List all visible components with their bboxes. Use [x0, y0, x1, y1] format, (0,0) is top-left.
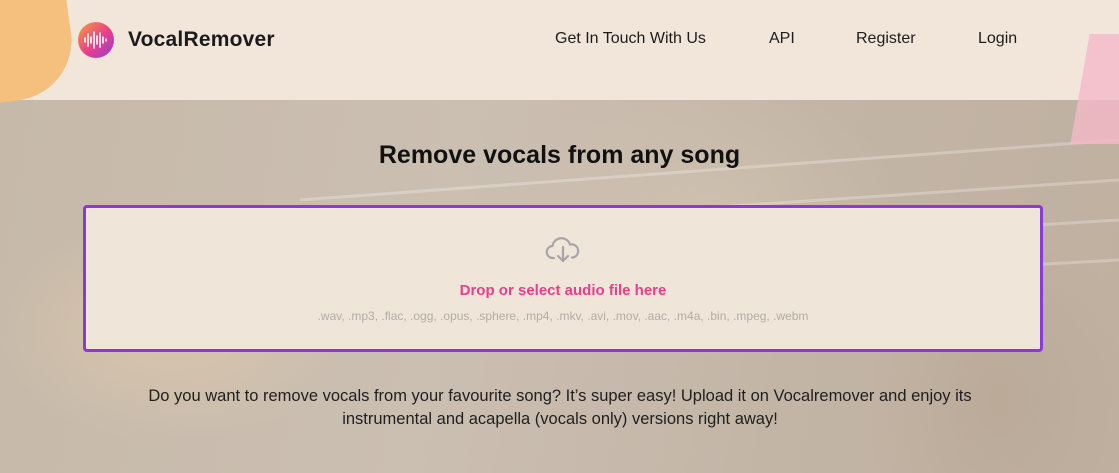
page-title: Remove vocals from any song — [378, 141, 741, 169]
nav-api[interactable]: API — [769, 30, 795, 48]
logo-icon — [78, 22, 114, 58]
brand-name: VocalRemover — [128, 28, 275, 51]
file-dropzone[interactable]: Drop or select audio file here .wav, .mp… — [83, 205, 1043, 352]
decorative-blob-pink — [1070, 34, 1119, 144]
dropzone-label[interactable]: Drop or select audio file here — [86, 282, 1040, 299]
decorative-blob-orange — [0, 0, 80, 107]
description: Do you want to remove vocals from your f… — [80, 385, 1040, 431]
nav-get-in-touch[interactable]: Get In Touch With Us — [555, 30, 706, 48]
logo-link[interactable]: VocalRemover — [78, 22, 275, 58]
supported-formats: .wav, .mp3, .flac, .ogg, .opus, .sphere,… — [317, 309, 809, 323]
description-line-2: instrumental and acapella (vocals only) … — [342, 410, 778, 428]
description-line-1: Do you want to remove vocals from your f… — [148, 387, 972, 405]
top-header: VocalRemover Get In Touch With Us API Re… — [0, 0, 1119, 144]
nav-login[interactable]: Login — [978, 30, 1017, 48]
nav-register[interactable]: Register — [856, 30, 916, 48]
cloud-download-icon — [545, 234, 581, 271]
